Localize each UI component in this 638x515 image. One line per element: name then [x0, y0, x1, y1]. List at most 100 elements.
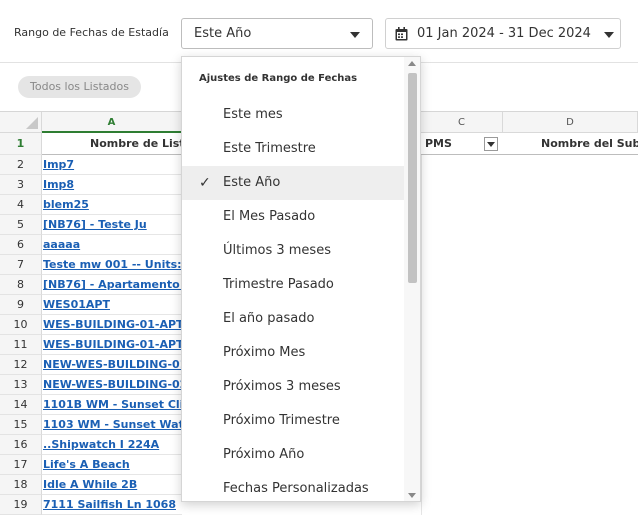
filter-dropdown-icon[interactable]: [484, 137, 498, 151]
listing-name-link[interactable]: WES-BUILDING-01-APT-: [42, 315, 182, 335]
pms-cell[interactable]: [421, 435, 422, 455]
row-number[interactable]: 12: [0, 355, 42, 375]
listing-name-link[interactable]: Life's A Beach: [42, 455, 182, 475]
listing-name-link[interactable]: NEW-WES-BUILDING-01: [42, 355, 182, 375]
row-number[interactable]: 1: [0, 133, 42, 155]
menu-item[interactable]: Próximo Trimestre: [182, 404, 404, 438]
menu-item[interactable]: Este mes: [182, 98, 404, 132]
row-number[interactable]: 3: [0, 175, 42, 195]
menu-item[interactable]: Próximo Mes: [182, 336, 404, 370]
menu-item-label: Últimos 3 meses: [223, 243, 331, 258]
scrollbar[interactable]: [404, 57, 420, 501]
scrollbar-thumb[interactable]: [408, 73, 417, 283]
header-cell-subgroup[interactable]: Nombre del Subg: [503, 133, 638, 155]
column-header-c[interactable]: C: [421, 112, 503, 133]
menu-item[interactable]: ✓ Este Año: [182, 166, 404, 200]
chevron-down-icon: [604, 32, 614, 38]
chevron-down-icon: [350, 32, 360, 38]
pms-cell[interactable]: [421, 195, 422, 215]
date-preset-select[interactable]: Este Año: [181, 18, 373, 49]
grid-corner[interactable]: [0, 112, 42, 133]
scroll-down-arrow[interactable]: [408, 493, 416, 498]
listing-name-link[interactable]: [NB76] - Teste Ju: [42, 215, 182, 235]
row-number[interactable]: 18: [0, 475, 42, 495]
pms-cell[interactable]: [421, 295, 422, 315]
listing-name-link[interactable]: NEW-WES-BUILDING-02: [42, 375, 182, 395]
listing-name-link[interactable]: Teste mw 001 -- Units: 4: [42, 255, 182, 275]
pms-cell[interactable]: [421, 375, 422, 395]
listing-name-link[interactable]: ..Shipwatch I 224A: [42, 435, 182, 455]
menu-item[interactable]: El año pasado: [182, 302, 404, 336]
date-range-picker[interactable]: 01 Jan 2024 - 31 Dec 2024: [385, 18, 621, 49]
pms-cell[interactable]: [421, 475, 422, 495]
column-header-d[interactable]: D: [503, 112, 638, 133]
menu-item[interactable]: El Mes Pasado: [182, 200, 404, 234]
row-number[interactable]: 16: [0, 435, 42, 455]
date-range-label: Rango de Fechas de Estadía: [14, 26, 169, 39]
listing-name-link[interactable]: aaaaa: [42, 235, 182, 255]
row-number[interactable]: 11: [0, 335, 42, 355]
date-range-text: 01 Jan 2024 - 31 Dec 2024: [417, 26, 591, 41]
row-number[interactable]: 2: [0, 155, 42, 175]
date-range-dropdown-menu: Ajustes de Rango de Fechas Este mes Este …: [181, 56, 421, 502]
menu-item-label: Este Trimestre: [223, 141, 316, 156]
column-letter: A: [107, 117, 116, 128]
menu-item-label: El Mes Pasado: [223, 209, 316, 224]
menu-item-label: Este Año: [223, 175, 281, 190]
listing-name-link[interactable]: 7111 Sailfish Ln 1068: [42, 495, 182, 515]
pms-cell[interactable]: [421, 495, 422, 515]
column-header-a[interactable]: A: [42, 112, 182, 133]
pms-cell[interactable]: [421, 455, 422, 475]
menu-item[interactable]: Próximo Año: [182, 438, 404, 472]
row-number[interactable]: 14: [0, 395, 42, 415]
pms-cell[interactable]: [421, 155, 422, 175]
row-number[interactable]: 6: [0, 235, 42, 255]
date-preset-value: Este Año: [194, 26, 252, 41]
row-number[interactable]: 19: [0, 495, 42, 515]
menu-item[interactable]: Fechas Personalizadas: [182, 472, 404, 501]
listing-name-link[interactable]: 1101B WM - Sunset Clipp: [42, 395, 182, 415]
menu-item[interactable]: Próximos 3 meses: [182, 370, 404, 404]
row-number[interactable]: 9: [0, 295, 42, 315]
row-number[interactable]: 5: [0, 215, 42, 235]
row-number[interactable]: 15: [0, 415, 42, 435]
column-letter: D: [566, 117, 574, 128]
menu-item[interactable]: Últimos 3 meses: [182, 234, 404, 268]
calendar-icon: [395, 27, 408, 41]
row-number[interactable]: 4: [0, 195, 42, 215]
listing-name-link[interactable]: WES01APT: [42, 295, 182, 315]
header-cell-pms[interactable]: PMS: [421, 133, 503, 155]
header-cell-listing-name[interactable]: Nombre de Lista: [42, 133, 182, 155]
pms-cell[interactable]: [421, 255, 422, 275]
listing-name-link[interactable]: 1103 WM - Sunset Watch: [42, 415, 182, 435]
row-number[interactable]: 13: [0, 375, 42, 395]
pms-cell[interactable]: [421, 315, 422, 335]
pms-cell[interactable]: [421, 275, 422, 295]
menu-item[interactable]: Este Trimestre: [182, 132, 404, 166]
pms-cell[interactable]: [421, 395, 422, 415]
row-number[interactable]: 17: [0, 455, 42, 475]
menu-item-label: Próximos 3 meses: [223, 379, 341, 394]
listing-name-link[interactable]: [NB76] - Apartamento lin: [42, 275, 182, 295]
pms-cell[interactable]: [421, 235, 422, 255]
menu-item-label: El año pasado: [223, 311, 315, 326]
scroll-up-arrow[interactable]: [408, 61, 416, 66]
pms-cell[interactable]: [421, 355, 422, 375]
listing-name-link[interactable]: WES-BUILDING-01-APT-: [42, 335, 182, 355]
listing-name-link[interactable]: Imp8: [42, 175, 182, 195]
listing-name-link[interactable]: blem25: [42, 195, 182, 215]
select-all-icon: [26, 117, 38, 129]
row-number-text: 1: [16, 137, 25, 150]
menu-item-label: Próximo Mes: [223, 345, 306, 360]
listing-name-link[interactable]: Imp7: [42, 155, 182, 175]
pms-cell[interactable]: [421, 415, 422, 435]
all-listings-chip[interactable]: Todos los Listados: [18, 76, 141, 98]
pms-cell[interactable]: [421, 215, 422, 235]
listing-name-link[interactable]: Idle A While 2B: [42, 475, 182, 495]
menu-item[interactable]: Trimestre Pasado: [182, 268, 404, 302]
pms-cell[interactable]: [421, 335, 422, 355]
row-number[interactable]: 10: [0, 315, 42, 335]
row-number[interactable]: 8: [0, 275, 42, 295]
row-number[interactable]: 7: [0, 255, 42, 275]
pms-cell[interactable]: [421, 175, 422, 195]
